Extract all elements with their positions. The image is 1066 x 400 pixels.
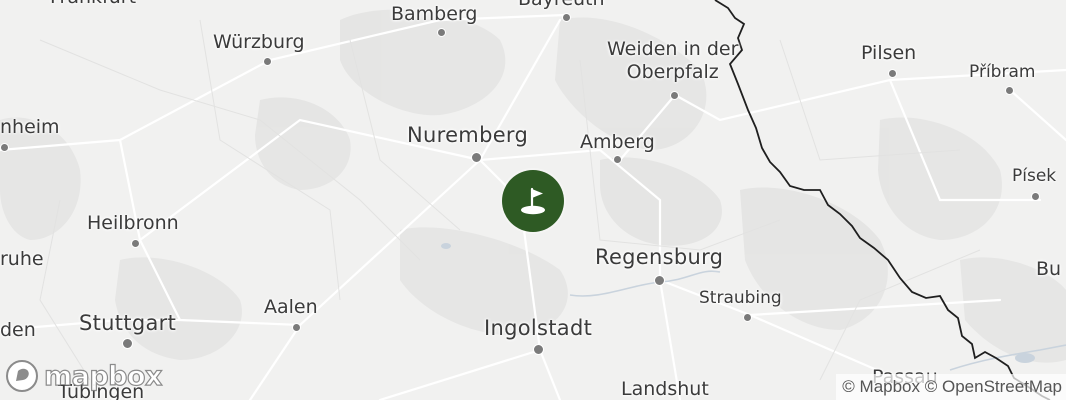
city-ingolstadt: Ingolstadt — [484, 316, 593, 340]
city-dot-pilsen — [888, 69, 897, 78]
city-dot-pisek — [1031, 192, 1040, 201]
city-pisek: Písek — [1012, 166, 1057, 186]
city-dot-amberg — [613, 155, 622, 164]
city-nuremberg: Nuremberg — [407, 123, 529, 147]
city-dot-bayreuth — [562, 13, 571, 22]
city-karlsruhe: ruhe — [0, 248, 44, 270]
mapbox-logo-text: mapbox — [43, 360, 163, 392]
mapbox-logo[interactable]: mapbox — [4, 358, 163, 394]
city-pilsen: Pilsen — [861, 42, 917, 64]
city-dot-pribram — [1005, 86, 1014, 95]
city-stuttgart: Stuttgart — [79, 311, 177, 335]
golf-course-marker[interactable] — [502, 170, 564, 232]
city-dot-straubing — [743, 313, 752, 322]
city-dot-bamberg — [437, 28, 446, 37]
city-aalen: Aalen — [264, 296, 318, 318]
city-heilbronn: Heilbronn — [87, 212, 179, 234]
city-budweis: Bu — [1036, 258, 1062, 280]
city-dot-nuremberg — [471, 152, 482, 163]
city-baden-baden: den — [0, 319, 36, 341]
city-dot-wurzburg — [263, 57, 272, 66]
city-dot-weiden — [670, 91, 679, 100]
map-canvas[interactable]: Frankfurt Bamberg Bayreuth Würzburg Weid… — [0, 0, 1066, 400]
city-bayreuth: Bayreuth — [518, 0, 605, 9]
city-frankfurt: Frankfurt — [50, 0, 136, 7]
city-bamberg: Bamberg — [391, 3, 478, 25]
mapbox-icon — [6, 360, 38, 392]
golf-flag-icon — [521, 187, 545, 215]
city-pribram: Příbram — [969, 62, 1036, 82]
city-landshut: Landshut — [621, 378, 709, 400]
city-wurzburg: Würzburg — [213, 31, 305, 53]
city-dot-ingolstadt — [533, 344, 544, 355]
city-dot-heilbronn — [131, 239, 140, 248]
map-attribution[interactable]: © Mapbox © OpenStreetMap — [836, 374, 1066, 400]
city-amberg: Amberg — [580, 131, 655, 153]
city-dot-regensburg — [654, 275, 665, 286]
city-regensburg: Regensburg — [595, 245, 724, 269]
city-straubing: Straubing — [699, 288, 782, 308]
city-dot-mannheim — [0, 143, 9, 152]
city-dot-aalen — [292, 323, 301, 332]
city-mannheim: nheim — [0, 116, 60, 138]
city-dot-stuttgart — [122, 338, 133, 349]
city-weiden: Weiden in der Oberpfalz — [607, 38, 739, 83]
